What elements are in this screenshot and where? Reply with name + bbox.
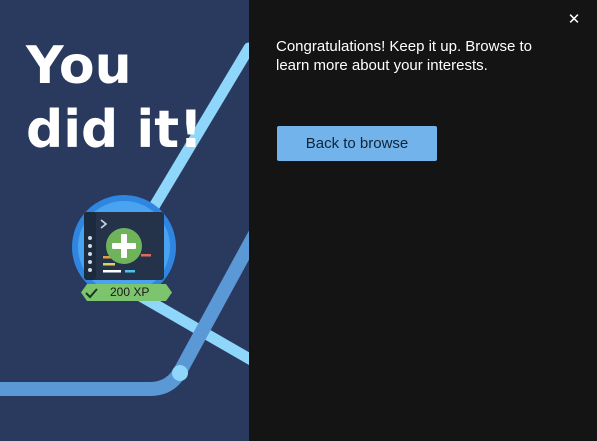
xp-badge: 200 XP	[81, 284, 172, 301]
close-button[interactable]: ✕	[565, 10, 583, 28]
xp-amount: 200 XP	[110, 285, 150, 299]
hero-headline: You did it!	[26, 34, 203, 162]
congratulations-message: Congratulations! Keep it up. Browse to l…	[276, 38, 532, 74]
back-to-browse-button[interactable]: Back to browse	[277, 126, 437, 161]
headline-line-1: You	[26, 36, 132, 96]
achievement-dialog: You did it! 200 XP ✕ Congratulations! Ke…	[0, 0, 597, 441]
message-panel: ✕ Congratulations! Keep it up. Browse to…	[249, 0, 597, 441]
headline-line-2: did it!	[26, 100, 203, 160]
celebration-panel: You did it! 200 XP	[0, 0, 249, 441]
